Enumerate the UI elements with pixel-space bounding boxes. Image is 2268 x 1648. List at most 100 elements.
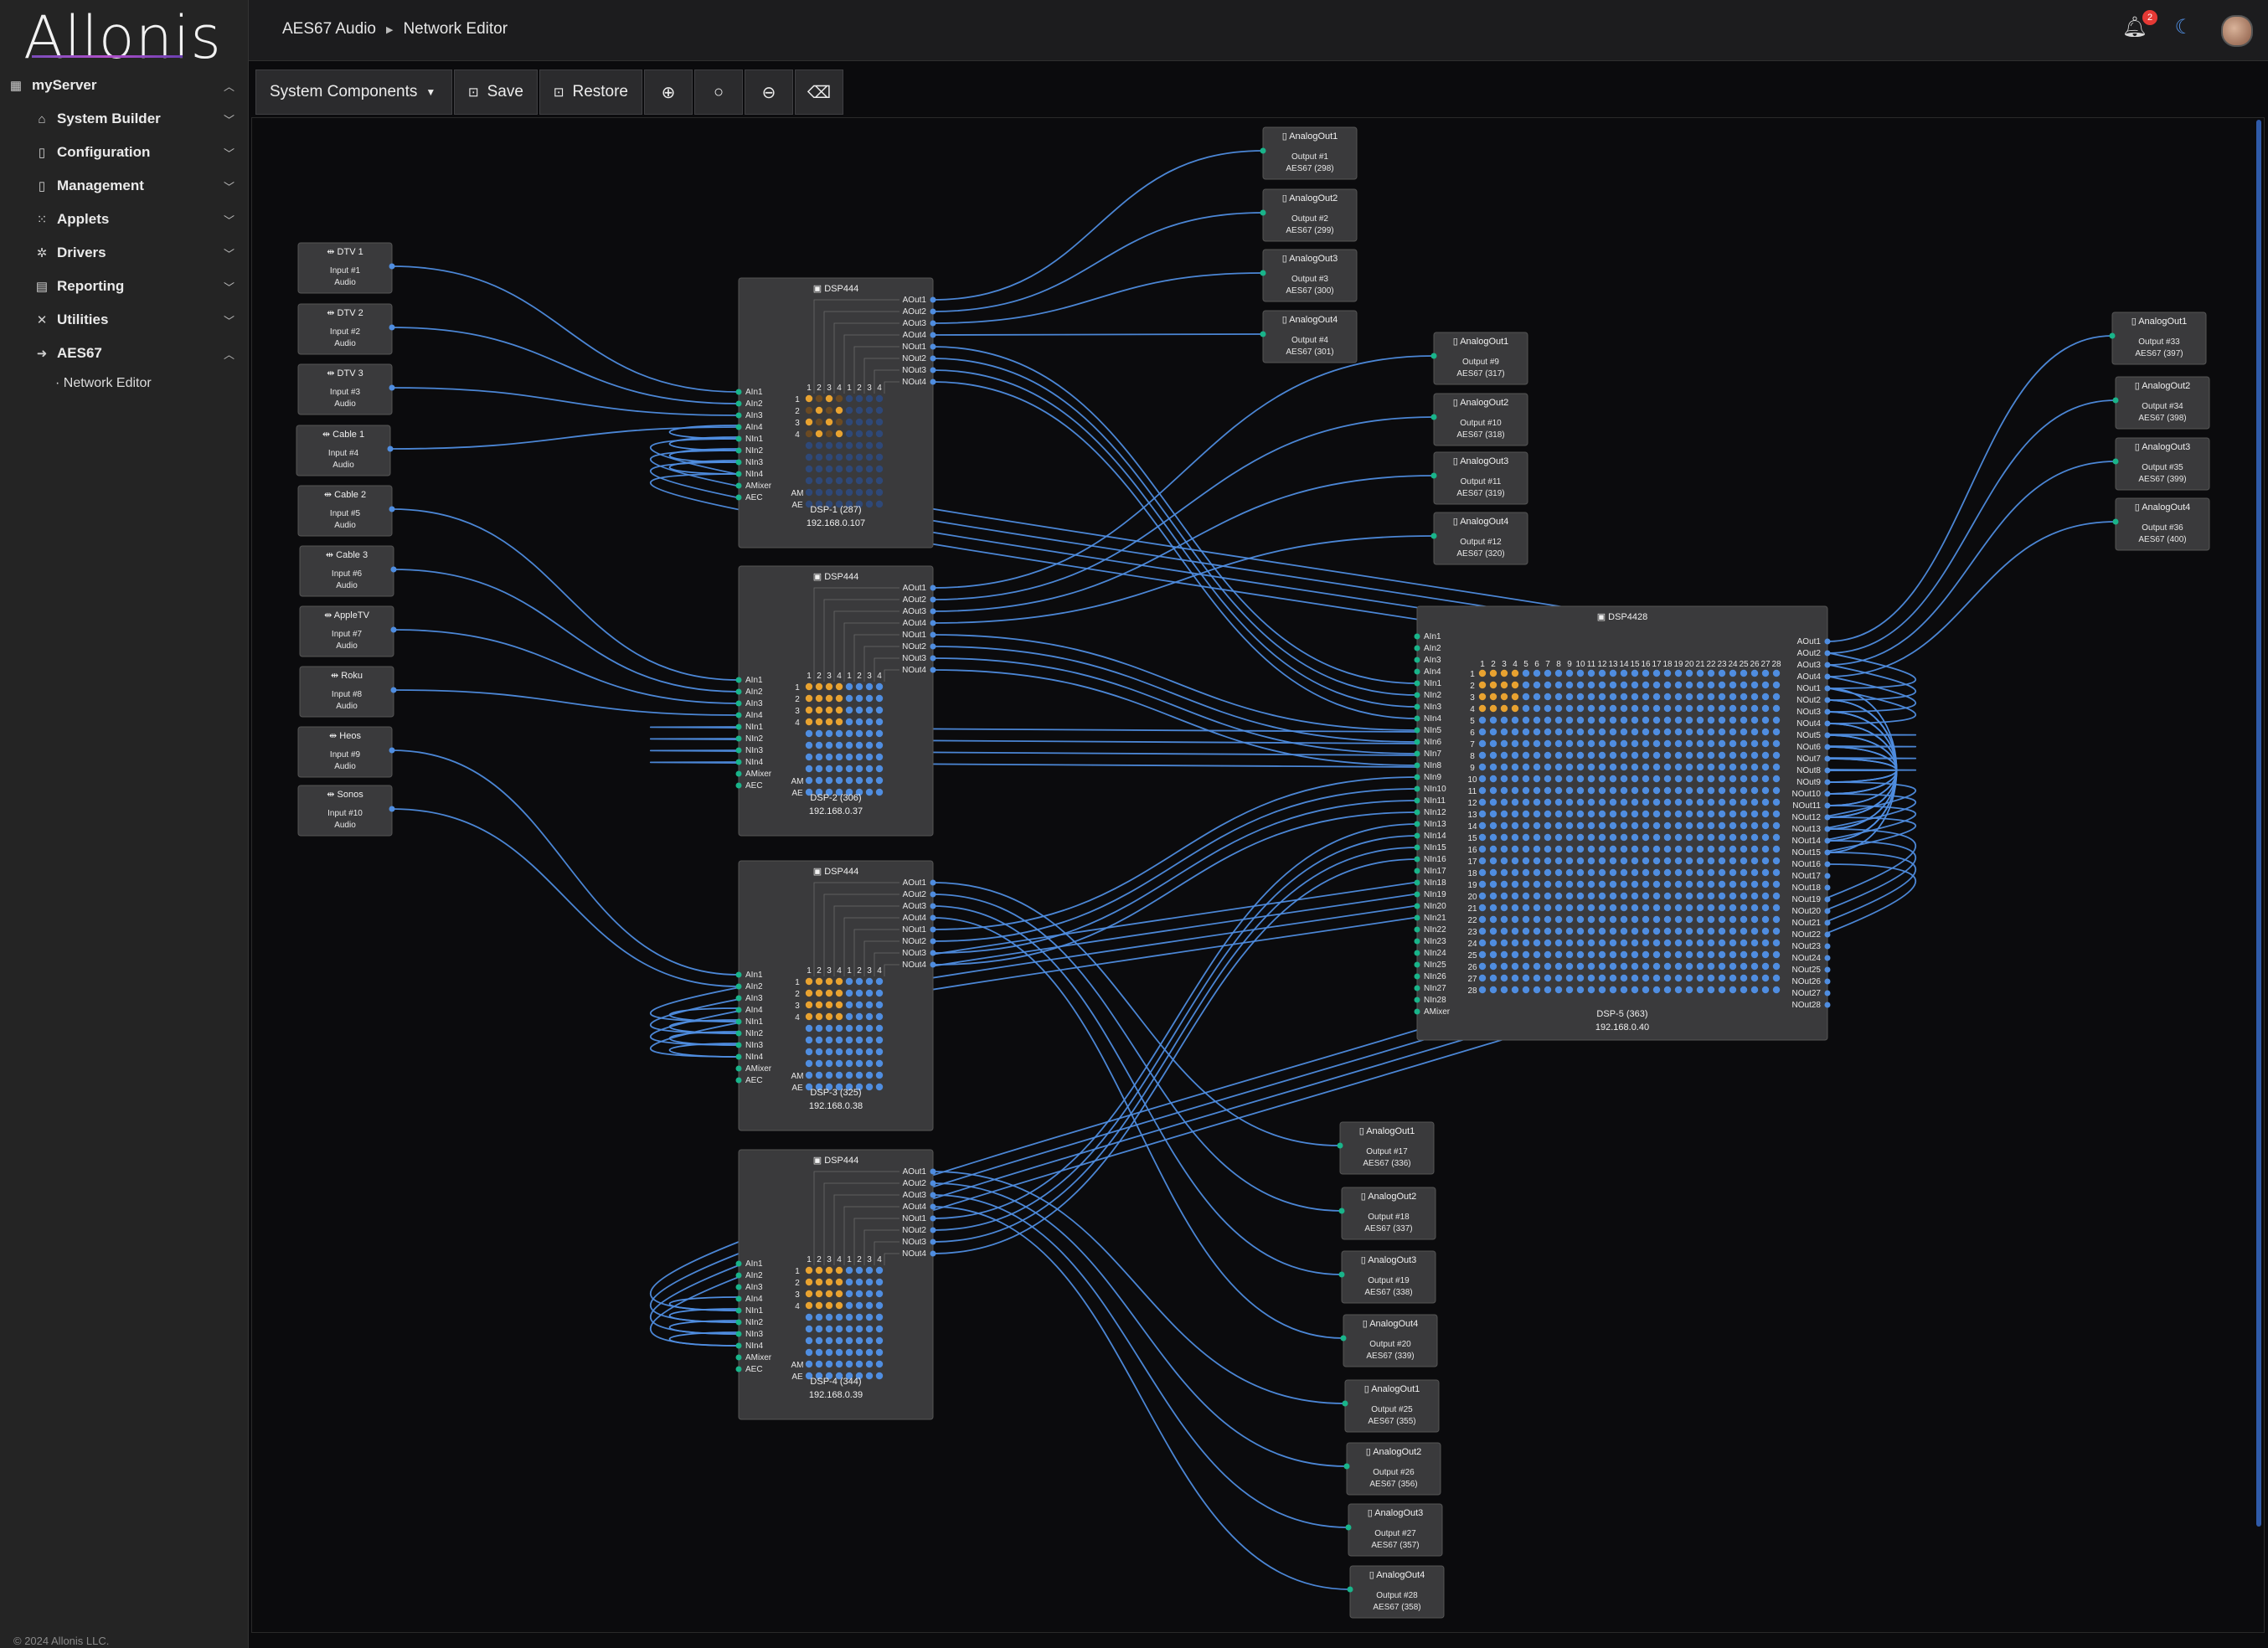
matrix-crosspoint[interactable] bbox=[835, 1012, 843, 1021]
matrix-crosspoint[interactable] bbox=[1587, 857, 1595, 865]
matrix-crosspoint[interactable] bbox=[1750, 681, 1759, 689]
matrix-crosspoint[interactable] bbox=[1750, 810, 1759, 818]
matrix-crosspoint[interactable] bbox=[1750, 950, 1759, 959]
output-node[interactable]: ▯ AnalogOut4Output #20AES67 (339) bbox=[1340, 1314, 1438, 1367]
dsp-input-port[interactable] bbox=[1414, 797, 1420, 804]
matrix-crosspoint[interactable] bbox=[1696, 904, 1704, 912]
output-node[interactable]: ▯ AnalogOut2Output #2AES67 (299) bbox=[1260, 188, 1358, 242]
matrix-crosspoint[interactable] bbox=[1522, 857, 1530, 865]
dsp-input-port[interactable] bbox=[1414, 668, 1420, 675]
input-node[interactable]: ⇹ AppleTVInput #7Audio bbox=[299, 605, 397, 657]
matrix-crosspoint[interactable] bbox=[1707, 927, 1715, 935]
matrix-crosspoint[interactable] bbox=[1750, 728, 1759, 736]
matrix-crosspoint[interactable] bbox=[1663, 693, 1672, 701]
matrix-crosspoint[interactable] bbox=[1750, 986, 1759, 994]
matrix-crosspoint[interactable] bbox=[1750, 716, 1759, 724]
matrix-crosspoint[interactable] bbox=[1511, 681, 1519, 689]
matrix-crosspoint[interactable] bbox=[865, 1360, 874, 1368]
matrix-crosspoint[interactable] bbox=[855, 394, 863, 403]
matrix-crosspoint[interactable] bbox=[1631, 810, 1639, 818]
dsp-input-port[interactable] bbox=[1414, 891, 1420, 898]
matrix-crosspoint[interactable] bbox=[1620, 868, 1628, 877]
matrix-crosspoint[interactable] bbox=[855, 1001, 863, 1009]
matrix-crosspoint[interactable] bbox=[805, 465, 813, 473]
output-node[interactable]: ▯ AnalogOut1Output #17AES67 (336) bbox=[1337, 1121, 1435, 1175]
matrix-crosspoint[interactable] bbox=[1478, 939, 1487, 947]
matrix-crosspoint[interactable] bbox=[1718, 669, 1726, 677]
matrix-crosspoint[interactable] bbox=[1685, 845, 1693, 853]
matrix-crosspoint[interactable] bbox=[1642, 763, 1650, 771]
dsp-output-port[interactable] bbox=[930, 308, 936, 315]
matrix-crosspoint[interactable] bbox=[825, 1071, 833, 1079]
output-node[interactable]: ▯ AnalogOut4Output #36AES67 (400) bbox=[2112, 497, 2210, 551]
matrix-crosspoint[interactable] bbox=[1772, 716, 1781, 724]
dsp-input-port[interactable] bbox=[1414, 879, 1420, 886]
matrix-crosspoint[interactable] bbox=[875, 1325, 884, 1333]
matrix-crosspoint[interactable] bbox=[1718, 962, 1726, 971]
matrix-crosspoint[interactable] bbox=[1500, 728, 1508, 736]
matrix-crosspoint[interactable] bbox=[875, 1036, 884, 1044]
matrix-crosspoint[interactable] bbox=[815, 1313, 823, 1321]
matrix-crosspoint[interactable] bbox=[1707, 821, 1715, 830]
matrix-crosspoint[interactable] bbox=[1609, 833, 1617, 842]
matrix-crosspoint[interactable] bbox=[875, 788, 884, 796]
matrix-crosspoint[interactable] bbox=[1554, 810, 1563, 818]
matrix-crosspoint[interactable] bbox=[1750, 704, 1759, 713]
matrix-crosspoint[interactable] bbox=[865, 729, 874, 738]
dsp-output-port[interactable] bbox=[930, 379, 936, 385]
matrix-crosspoint[interactable] bbox=[855, 453, 863, 461]
matrix-crosspoint[interactable] bbox=[1740, 763, 1748, 771]
dsp4428-node[interactable]: ▣ DSP4428AIn1AIn2AIn3AIn4NIn1NIn2NIn3NIn… bbox=[1414, 605, 1831, 1041]
matrix-crosspoint[interactable] bbox=[1598, 704, 1606, 713]
matrix-crosspoint[interactable] bbox=[875, 741, 884, 749]
matrix-crosspoint[interactable] bbox=[1609, 880, 1617, 888]
matrix-crosspoint[interactable] bbox=[1740, 857, 1748, 865]
dsp-input-port[interactable] bbox=[1414, 715, 1420, 722]
matrix-crosspoint[interactable] bbox=[825, 1036, 833, 1044]
matrix-crosspoint[interactable] bbox=[1533, 833, 1541, 842]
matrix-crosspoint[interactable] bbox=[1544, 693, 1552, 701]
matrix-crosspoint[interactable] bbox=[1685, 751, 1693, 760]
matrix-crosspoint[interactable] bbox=[1663, 915, 1672, 924]
matrix-crosspoint[interactable] bbox=[855, 1266, 863, 1275]
matrix-crosspoint[interactable] bbox=[1707, 681, 1715, 689]
matrix-crosspoint[interactable] bbox=[815, 441, 823, 450]
dsp-output-port[interactable] bbox=[930, 950, 936, 956]
matrix-crosspoint[interactable] bbox=[1554, 775, 1563, 783]
matrix-crosspoint[interactable] bbox=[1500, 669, 1508, 677]
matrix-crosspoint[interactable] bbox=[845, 453, 853, 461]
matrix-crosspoint[interactable] bbox=[875, 1348, 884, 1357]
matrix-crosspoint[interactable] bbox=[1500, 704, 1508, 713]
input-node[interactable]: ⇹ DTV 2Input #2Audio bbox=[297, 303, 395, 355]
matrix-crosspoint[interactable] bbox=[1522, 833, 1530, 842]
matrix-crosspoint[interactable] bbox=[1576, 857, 1585, 865]
matrix-crosspoint[interactable] bbox=[815, 1348, 823, 1357]
matrix-crosspoint[interactable] bbox=[1740, 950, 1748, 959]
matrix-crosspoint[interactable] bbox=[1522, 939, 1530, 947]
matrix-crosspoint[interactable] bbox=[805, 1278, 813, 1286]
matrix-crosspoint[interactable] bbox=[1587, 693, 1595, 701]
matrix-crosspoint[interactable] bbox=[805, 989, 813, 997]
matrix-crosspoint[interactable] bbox=[1674, 821, 1683, 830]
matrix-crosspoint[interactable] bbox=[1620, 669, 1628, 677]
matrix-crosspoint[interactable] bbox=[1554, 786, 1563, 795]
matrix-crosspoint[interactable] bbox=[1707, 950, 1715, 959]
matrix-crosspoint[interactable] bbox=[1631, 880, 1639, 888]
matrix-crosspoint[interactable] bbox=[1598, 810, 1606, 818]
matrix-crosspoint[interactable] bbox=[1522, 950, 1530, 959]
matrix-crosspoint[interactable] bbox=[865, 1313, 874, 1321]
matrix-crosspoint[interactable] bbox=[1685, 904, 1693, 912]
matrix-crosspoint[interactable] bbox=[865, 765, 874, 773]
matrix-crosspoint[interactable] bbox=[1674, 892, 1683, 900]
matrix-crosspoint[interactable] bbox=[1750, 786, 1759, 795]
dsp-input-port[interactable] bbox=[1414, 692, 1420, 698]
matrix-crosspoint[interactable] bbox=[1544, 716, 1552, 724]
input-port[interactable] bbox=[1340, 1335, 1347, 1342]
matrix-crosspoint[interactable] bbox=[1522, 704, 1530, 713]
matrix-crosspoint[interactable] bbox=[1718, 810, 1726, 818]
matrix-crosspoint[interactable] bbox=[825, 1266, 833, 1275]
matrix-crosspoint[interactable] bbox=[1565, 821, 1574, 830]
matrix-crosspoint[interactable] bbox=[1478, 798, 1487, 806]
dsp-input-port[interactable] bbox=[1414, 633, 1420, 640]
matrix-crosspoint[interactable] bbox=[1707, 751, 1715, 760]
